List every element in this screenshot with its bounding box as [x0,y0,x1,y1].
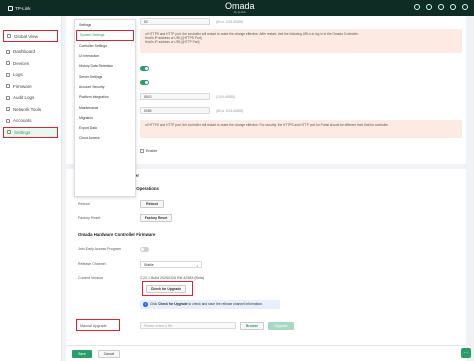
info-text-suffix: to check and save the release channel in… [188,302,263,306]
info-text-bold: Check for Upgrade [158,302,188,306]
product-subtitle: by tp-link [233,10,246,14]
sidebar-item-dashboard[interactable]: Dashboard [0,46,61,58]
bell-icon[interactable] [426,4,432,10]
devices-icon [6,61,10,66]
early-access-toggle[interactable] [140,247,149,252]
menu-item-settings[interactable]: Settings [75,20,135,30]
toggle-switch[interactable] [140,80,149,85]
menu-icon[interactable] [462,4,468,10]
reboot-label: Reboot [78,202,90,206]
info-icon: i [143,302,148,307]
dashboard-icon [6,49,10,54]
reboot-button[interactable]: Reboot [140,200,164,208]
sidebar-item-label: Network Tools [13,106,42,112]
menu-item-export-data[interactable]: Export Data [75,123,135,133]
portal-port-notice: of HTTPS and HTTP port, the controller w… [140,120,462,138]
footer-bar: Save Cancel [66,345,466,361]
brand: TP-Link [8,5,31,11]
port-hint: (80 or 1024-65535) [216,108,244,113]
globe-icon [7,34,11,38]
menu-item-controller-settings[interactable]: Controller Settings [75,41,135,51]
user-icon[interactable] [450,4,456,10]
early-access-label: Join Early Access Program [78,247,121,251]
release-channel-select[interactable]: Stable ▾ [140,261,202,268]
notice-line: of HTTPS and HTTP port, the controller w… [145,123,389,127]
notice-line: Host's IP address or URL]:[HTTP Port] [145,40,200,45]
enable-checkbox-row[interactable]: Enable [140,149,157,153]
menu-item-account-security[interactable]: Account Security [75,82,135,92]
menu-item-migration[interactable]: Migration [75,113,135,123]
highlight-box [76,319,120,331]
menu-item-ui-interaction[interactable]: UI Interaction [75,51,135,61]
firmware-title: Omada Hardware Controller Firmware [78,232,156,237]
menu-item-system-settings[interactable]: System Settings [76,30,134,41]
top-bar: TP-Link Omada by tp-link [0,0,474,16]
sidebar-item-accounts[interactable]: Accounts [0,115,61,127]
help-icon[interactable] [438,4,444,10]
portal-http-port-input[interactable]: 8088 [140,107,210,114]
menu-item-history-data-retention[interactable]: History Data Retention [75,61,135,71]
settings-dropdown-menu: Settings System Settings Controller Sett… [74,19,136,197]
sidebar-item-devices[interactable]: Devices [0,58,61,70]
toggle-switch[interactable] [140,66,149,71]
port-hint: (80 or 1024-65535) [216,19,244,24]
upgrade-info-banner: i Click Check for Upgrade to check and s… [140,300,280,309]
global-view-selector[interactable]: Global View [3,30,58,42]
port-hint: (1024-65535) [216,94,236,99]
portal-https-port-input[interactable]: 8843 [140,93,210,100]
sidebar-item-label: Devices [13,60,30,66]
sidebar-item-label: Dashboard [13,49,36,55]
settings-icon [7,130,11,135]
enable-checkbox[interactable] [140,149,144,153]
menu-item-server-settings[interactable]: Server Settings [75,71,135,81]
search-icon[interactable] [414,4,420,10]
sidebar-item-label: Audit Logs [13,95,35,101]
brand-label: TP-Link [15,5,31,11]
highlight-box [142,281,193,296]
port-change-notice: of HTTPS and HTTP port, the controller w… [140,29,462,53]
menu-item-maintenance[interactable]: Maintenance [75,102,135,112]
info-text-prefix: Click [150,302,158,306]
firmware-icon [6,84,10,89]
menu-item-cloud-access[interactable]: Cloud Access [75,133,135,143]
enable-label: Enable [146,149,158,153]
network-tools-icon [6,107,10,112]
factory-reset-label: Factory Reset [78,216,101,220]
factory-reset-button[interactable]: Factory Reset [140,214,172,222]
sidebar-item-label: Accounts [13,118,32,124]
sidebar-item-label: Logs [13,72,23,78]
release-channel-value: Stable [144,263,154,267]
file-path-input[interactable]: Please select a file. [140,322,236,329]
sidebar-item-label: Settings [14,129,31,135]
current-version-value: 2.20.1 Build 20250326 Rel.42983 (Beta) [140,276,205,280]
sidebar-item-label: Firmware [13,83,32,89]
save-button[interactable]: Save [72,350,92,358]
sidebar-item-network-tools[interactable]: Network Tools [0,104,61,116]
sidebar-item-settings[interactable]: Settings [3,126,58,138]
chevron-down-icon: ▾ [196,264,198,269]
upgrade-button[interactable]: Upgrade [268,321,294,330]
top-icons [414,4,468,10]
menu-item-platform-integration[interactable]: Platform Integration [75,92,135,102]
global-view-label: Global View [14,33,38,39]
release-channel-label: Release Channel [78,262,106,266]
logs-icon [6,72,10,77]
sidebar: Global View Dashboard Devices Logs Firmw… [0,16,62,361]
cancel-button[interactable]: Cancel [98,350,120,358]
browse-button[interactable]: Browse [240,321,264,330]
sidebar-item-audit-logs[interactable]: Audit Logs [0,92,61,104]
current-version-label: Current Version [78,276,103,280]
sidebar-item-logs[interactable]: Logs [0,69,61,81]
https-port-input[interactable]: 80 [140,18,210,25]
tp-link-logo-icon [8,5,13,11]
product-logo: Omada by tp-link [225,2,255,14]
chat-icon[interactable]: … [461,348,471,358]
sidebar-item-firmware[interactable]: Firmware [0,81,61,93]
audit-logs-icon [6,95,10,100]
accounts-icon [6,118,10,123]
